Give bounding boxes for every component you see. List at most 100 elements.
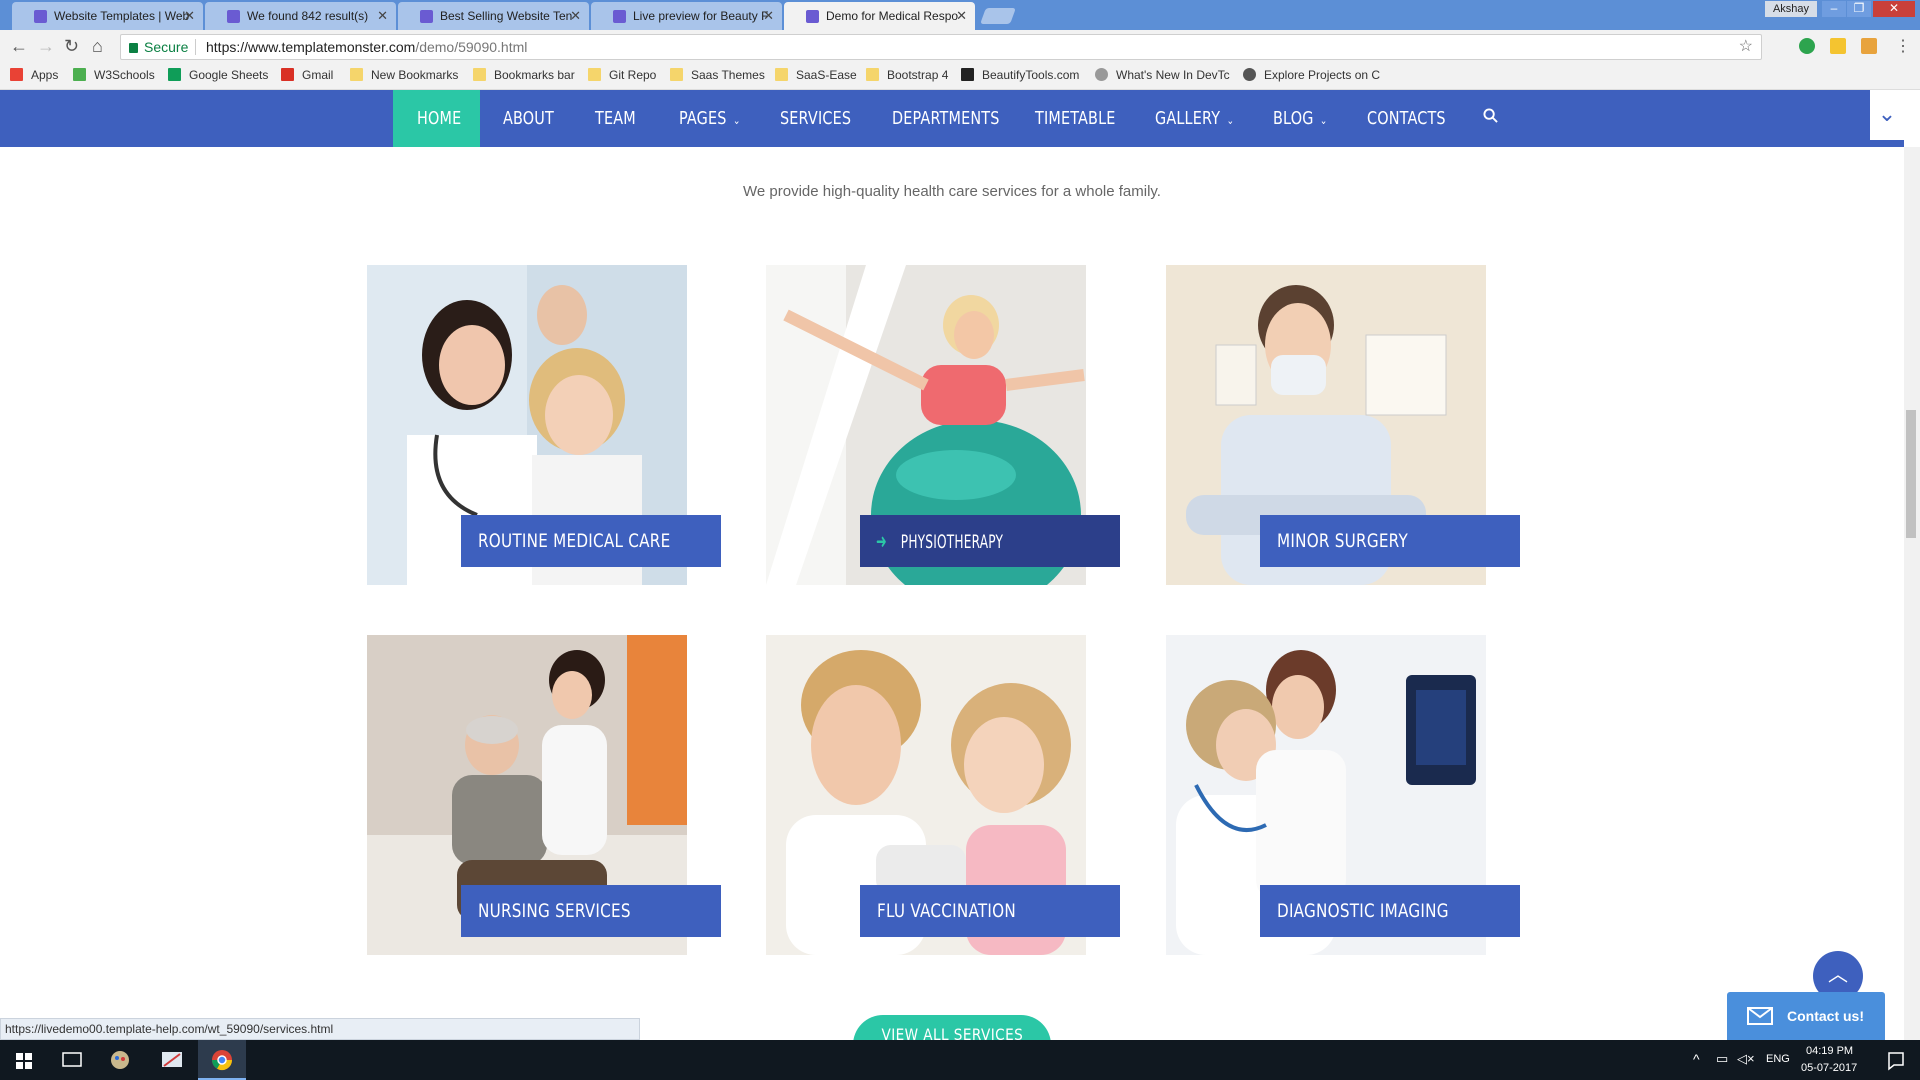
bookmark-item[interactable]: Apps (10, 68, 58, 82)
snipping-tool-icon[interactable] (148, 1040, 196, 1080)
bookmark-label: BeautifyTools.com (982, 68, 1080, 82)
close-icon[interactable]: ✕ (956, 2, 967, 30)
forward-icon[interactable]: → (37, 36, 55, 57)
window-close-icon[interactable]: ✕ (1873, 1, 1915, 17)
notifications-icon[interactable] (1872, 1040, 1920, 1080)
projects-icon (1243, 68, 1256, 81)
service-label[interactable]: NURSING SERVICES (461, 885, 721, 937)
back-icon[interactable]: ← (10, 36, 28, 57)
service-label[interactable]: ROUTINE MEDICAL CARE (461, 515, 721, 567)
bookmark-item[interactable]: Google Sheets (168, 68, 268, 82)
chevron-down-icon[interactable]: ⌄ (1870, 90, 1904, 140)
chevron-up-icon[interactable]: ^ (1693, 1051, 1700, 1067)
bookmark-item[interactable]: Bootstrap 4 (866, 68, 948, 82)
favicon-icon (806, 10, 819, 23)
favicon-icon (34, 10, 47, 23)
nav-label: BLOG (1273, 108, 1314, 129)
chevron-up-icon: ︿ (1828, 964, 1848, 986)
menu-icon[interactable]: ⋮ (1895, 36, 1911, 56)
contact-us-label: Contact us! (1787, 1008, 1864, 1024)
reload-icon[interactable]: ↻ (64, 36, 79, 57)
volume-icon[interactable]: ◁× (1737, 1051, 1755, 1067)
profile-name[interactable]: Akshay (1765, 1, 1817, 17)
apps-icon (10, 68, 23, 81)
nav-home[interactable]: HOME (393, 90, 480, 147)
task-view-icon[interactable] (48, 1040, 96, 1080)
service-label[interactable]: FLU VACCINATION (860, 885, 1120, 937)
service-label-hovered[interactable]: ➜ PHYSIOTHERAPY (860, 515, 1120, 567)
bookmark-item[interactable]: SaaS-Ease (775, 68, 857, 82)
url-input[interactable]: Secure https://www.templatemonster.com/d… (120, 34, 1762, 60)
section-subtitle: We provide high-quality health care serv… (743, 183, 1161, 200)
nav-about[interactable]: ABOUT (503, 90, 554, 147)
beautifytools-icon (961, 68, 974, 81)
windows-start-icon[interactable] (0, 1040, 48, 1080)
nav-blog[interactable]: BLOG ⌄ (1273, 90, 1327, 147)
bookmark-item[interactable]: BeautifyTools.com (961, 68, 1079, 82)
browser-tab[interactable]: Best Selling Website Ten ✕ (398, 2, 589, 30)
nav-timetable[interactable]: TIMETABLE (1035, 90, 1116, 147)
nav-pages[interactable]: PAGES ⌄ (679, 90, 741, 147)
bookmark-item[interactable]: What's New In DevTc (1095, 68, 1230, 82)
service-label[interactable]: MINOR SURGERY (1260, 515, 1520, 567)
network-icon[interactable]: ▭ (1716, 1051, 1728, 1067)
bookmark-item[interactable]: Explore Projects on C (1243, 68, 1380, 82)
extension-icon[interactable] (1861, 38, 1877, 54)
search-icon[interactable] (1483, 108, 1498, 123)
browser-tab[interactable]: We found 842 result(s) ✕ (205, 2, 396, 30)
divider (195, 39, 196, 55)
minimize-icon[interactable]: – (1822, 1, 1846, 17)
close-icon[interactable]: ✕ (763, 2, 774, 30)
bookmark-item[interactable]: New Bookmarks (350, 68, 458, 82)
service-label-text: ROUTINE MEDICAL CARE (478, 530, 671, 552)
service-label[interactable]: DIAGNOSTIC IMAGING (1260, 885, 1520, 937)
bookmark-item[interactable]: W3Schools (73, 68, 155, 82)
browser-tab-strip: Website Templates | Web ✕ We found 842 re… (0, 0, 1920, 30)
chrome-icon[interactable] (198, 1040, 246, 1080)
secure-indicator[interactable]: Secure (129, 35, 188, 59)
bookmark-item[interactable]: Git Repo (588, 68, 656, 82)
bookmark-star-icon[interactable]: ☆ (1739, 35, 1753, 59)
browser-tab-active[interactable]: Demo for Medical Respo ✕ (784, 2, 975, 30)
new-tab-button[interactable] (980, 8, 1016, 24)
taskbar: ^ ▭ ◁× ENG 04:19 PM 05-07-2017 (0, 1040, 1920, 1080)
paint-app-icon[interactable] (96, 1040, 144, 1080)
close-icon[interactable]: ✕ (570, 2, 581, 30)
bookmark-label: New Bookmarks (371, 68, 459, 82)
nav-contacts[interactable]: CONTACTS (1367, 90, 1446, 147)
scrollbar[interactable] (1904, 147, 1920, 1040)
bookmark-item[interactable]: Gmail (281, 68, 333, 82)
favicon-icon (613, 10, 626, 23)
contact-us-button[interactable]: Contact us! (1727, 992, 1885, 1040)
tab-title: Demo for Medical Respo (826, 9, 959, 23)
restore-icon[interactable]: ❐ (1847, 1, 1871, 17)
bookmark-label: Saas Themes (691, 68, 765, 82)
bookmark-label: What's New In DevTc (1116, 68, 1230, 82)
chevron-down-icon: ⌄ (1226, 114, 1235, 127)
scrollbar-thumb[interactable] (1906, 410, 1916, 538)
lock-icon (129, 43, 138, 53)
browser-tab[interactable]: Live preview for Beauty F ✕ (591, 2, 782, 30)
nav-departments[interactable]: DEPARTMENTS (892, 90, 1000, 147)
secure-label: Secure (144, 39, 189, 55)
sheets-icon (168, 68, 181, 81)
nav-team[interactable]: TEAM (595, 90, 636, 147)
clock-time[interactable]: 04:19 PM (1806, 1045, 1853, 1057)
browser-tab[interactable]: Website Templates | Web ✕ (12, 2, 203, 30)
url-text: https://www.templatemonster.com/demo/590… (206, 35, 527, 59)
bookmark-item[interactable]: Bookmarks bar (473, 68, 575, 82)
bookmark-item[interactable]: Saas Themes (670, 68, 765, 82)
close-icon[interactable]: ✕ (377, 2, 388, 30)
url-host: https://www.templatemonster.com (206, 39, 416, 55)
nav-gallery[interactable]: GALLERY ⌄ (1155, 90, 1234, 147)
extension-icon[interactable] (1799, 38, 1815, 54)
chevron-down-icon: ⌄ (1319, 114, 1328, 127)
home-icon[interactable]: ⌂ (92, 36, 103, 57)
clock-date[interactable]: 05-07-2017 (1801, 1062, 1857, 1074)
favicon-icon (227, 10, 240, 23)
bookmark-label: Apps (31, 68, 59, 82)
language-indicator[interactable]: ENG (1766, 1053, 1790, 1065)
nav-services[interactable]: SERVICES (780, 90, 851, 147)
close-icon[interactable]: ✕ (184, 2, 195, 30)
extension-icon[interactable] (1830, 38, 1846, 54)
